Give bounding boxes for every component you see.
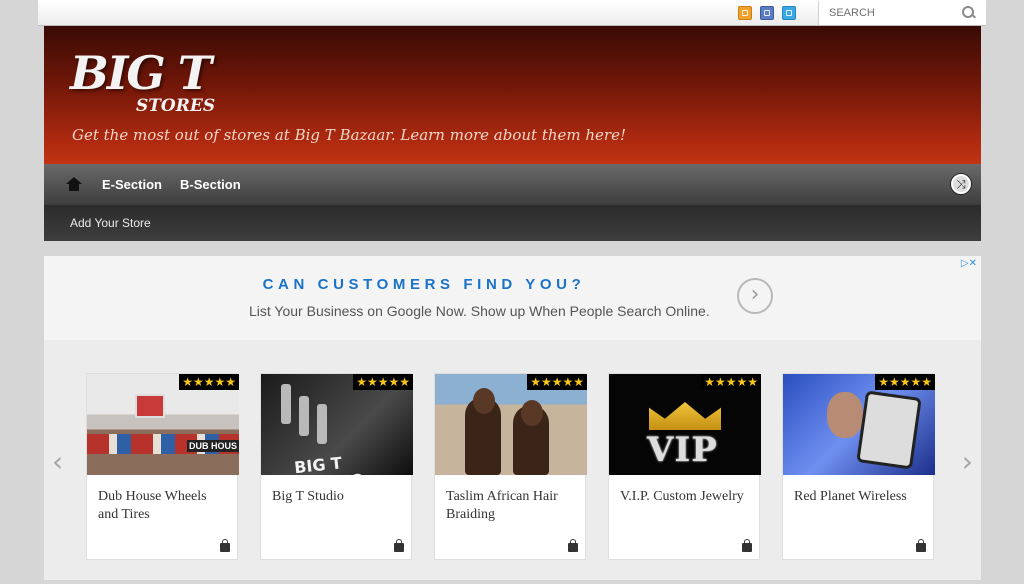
shopping-bag-icon (568, 539, 578, 552)
star-rating: ★★★★★ (179, 374, 239, 390)
search-icon[interactable] (959, 4, 977, 22)
shopping-bag-icon (742, 539, 752, 552)
chevron-right-icon[interactable]: › (737, 278, 773, 314)
star-rating: ★★★★★ (701, 374, 761, 390)
main-nav: E-Section B-Section ⤨ (44, 164, 981, 206)
search-input[interactable] (819, 3, 959, 23)
store-image[interactable]: ★★★★★ (783, 374, 935, 475)
facebook-icon[interactable] (760, 6, 774, 20)
ad-headline: CAN CUSTOMERS FIND YOU? (262, 276, 586, 293)
store-image[interactable]: VIP ★★★★★ (609, 374, 761, 475)
nav-item-add-your-store[interactable]: Add Your Store (70, 216, 151, 230)
store-image[interactable]: ★★★★★ (435, 374, 587, 475)
store-card[interactable]: ★★★★★ Taslim African Hair Braiding (434, 373, 587, 560)
logo-big-text: BIG T (70, 46, 212, 100)
store-carousel: ‹ › DUB HOUS ★★★★★ Dub House Wheels and … (44, 340, 981, 580)
store-name[interactable]: Dub House Wheels and Tires (98, 488, 230, 524)
nav-item-e-section[interactable]: E-Section (102, 177, 162, 192)
adchoices-icon[interactable]: ▷✕ (961, 258, 977, 269)
ad-subline: List Your Business on Google Now. Show u… (249, 303, 710, 319)
chevron-left-icon[interactable]: ‹ (52, 445, 63, 478)
store-card[interactable]: DUB HOUS ★★★★★ Dub House Wheels and Tire… (86, 373, 239, 560)
shopping-bag-icon (394, 539, 404, 552)
star-rating: ★★★★★ (875, 374, 935, 390)
ad-banner[interactable]: CAN CUSTOMERS FIND YOU? List Your Busine… (44, 256, 981, 340)
shuffle-icon[interactable]: ⤨ (951, 174, 971, 194)
store-card[interactable]: ★★★★★ Red Planet Wireless (782, 373, 935, 560)
store-name[interactable]: Big T Studio (272, 488, 404, 506)
site-header: BIG T STORES Get the most out of stores … (44, 26, 981, 164)
search-box (818, 1, 986, 25)
logo-small-text: STORES (136, 96, 216, 116)
star-rating: ★★★★★ (527, 374, 587, 390)
store-name[interactable]: Taslim African Hair Braiding (446, 488, 578, 524)
top-utility-bar (38, 0, 986, 26)
sub-nav: Add Your Store (44, 206, 981, 241)
store-image[interactable]: BIG T STUDIO ★★★★★ (261, 374, 413, 475)
nav-item-b-section[interactable]: B-Section (180, 177, 241, 192)
rss-icon[interactable] (738, 6, 752, 20)
twitter-icon[interactable] (782, 6, 796, 20)
star-rating: ★★★★★ (353, 374, 413, 390)
store-card[interactable]: BIG T STUDIO ★★★★★ Big T Studio (260, 373, 413, 560)
shopping-bag-icon (220, 539, 230, 552)
store-name[interactable]: V.I.P. Custom Jewelry (620, 488, 752, 506)
home-icon[interactable] (66, 177, 82, 191)
shopping-bag-icon (916, 539, 926, 552)
chevron-right-icon[interactable]: › (962, 445, 973, 478)
store-name[interactable]: Red Planet Wireless (794, 488, 926, 506)
store-card[interactable]: VIP ★★★★★ V.I.P. Custom Jewelry (608, 373, 761, 560)
site-tagline: Get the most out of stores at Big T Baza… (72, 126, 627, 144)
store-image[interactable]: DUB HOUS ★★★★★ (87, 374, 239, 475)
site-logo[interactable]: BIG T STORES (70, 46, 215, 116)
